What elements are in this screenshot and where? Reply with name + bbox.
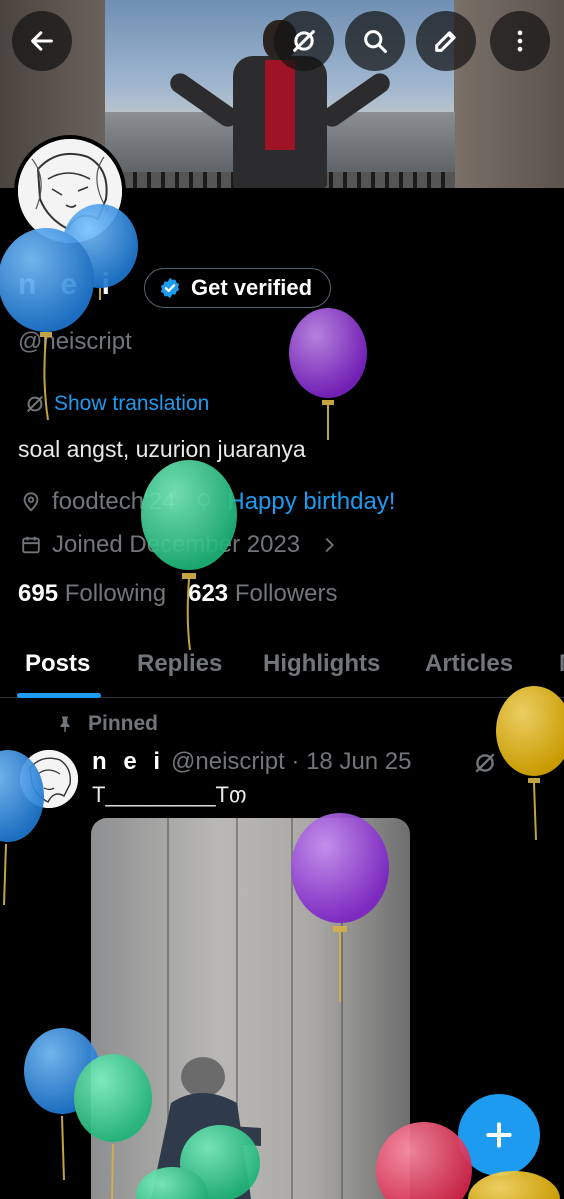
arrow-left-icon: [31, 31, 53, 51]
search-button[interactable]: [345, 11, 405, 71]
tab-replies[interactable]: Replies: [137, 650, 222, 678]
location-row: foodtech'24 Happy birthday!: [20, 488, 395, 516]
post-meta: @neiscript · 18 Jun 25: [171, 748, 412, 775]
edit-button[interactable]: [416, 11, 476, 71]
following-link[interactable]: 695 Following: [18, 580, 166, 608]
balloon-yellow: [468, 1171, 560, 1199]
tab-highlights[interactable]: Highlights: [263, 650, 380, 678]
show-translation-link[interactable]: Show translation: [24, 392, 209, 416]
post-author-name[interactable]: n e i: [92, 748, 165, 776]
search-icon: [364, 30, 388, 54]
profile-bio: soal angst, uzurion juaranya: [18, 436, 306, 462]
joined-row[interactable]: Joined December 2023: [20, 531, 350, 559]
balloon-icon: [197, 493, 211, 511]
grok-button[interactable]: [274, 11, 334, 71]
pinned-label-row: Pinned: [56, 712, 158, 736]
profile-location: foodtech'24: [52, 488, 176, 515]
followers-label: Followers: [234, 580, 338, 607]
pencil-icon: [435, 31, 456, 52]
post-avatar[interactable]: [20, 750, 78, 808]
profile-avatar[interactable]: [14, 135, 126, 247]
verified-badge-icon: [160, 277, 180, 299]
get-verified-button[interactable]: Get verified: [144, 268, 332, 308]
balloon-yellow: [496, 686, 564, 776]
tab-posts[interactable]: Posts: [25, 650, 90, 678]
plus-icon: [486, 1122, 512, 1148]
profile-tabs: Posts Replies Highlights Articles M: [0, 632, 564, 698]
grok-icon[interactable]: [472, 750, 498, 776]
birthday-text: Happy birthday!: [227, 488, 396, 515]
more-vertical-icon: [517, 30, 523, 52]
active-tab-indicator: [17, 693, 101, 698]
back-button[interactable]: [12, 11, 72, 71]
show-translation-label: Show translation: [54, 392, 210, 415]
compose-post-button[interactable]: [458, 1094, 540, 1176]
more-button[interactable]: [490, 11, 550, 71]
post-header: n e i @neiscript · 18 Jun 25: [92, 748, 412, 776]
pin-icon: [60, 716, 70, 733]
balloon-blue: [24, 1028, 100, 1114]
chevron-right-icon: [325, 537, 335, 553]
profile-handle: @neiscript: [18, 328, 132, 355]
followers-link[interactable]: 623 Followers: [188, 580, 337, 608]
following-label: Following: [64, 580, 167, 607]
avatar-illustration: [20, 750, 78, 808]
grok-icon: [293, 30, 315, 52]
location-pin-icon: [23, 492, 39, 512]
display-name-row: n e i: [18, 268, 118, 302]
follow-counts: 695 Following 623 Followers: [18, 580, 338, 608]
grok-icon: [26, 395, 44, 413]
following-count: 695: [18, 580, 59, 607]
balloon-purple: [289, 308, 367, 398]
tab-media[interactable]: M: [559, 650, 564, 678]
tab-articles[interactable]: Articles: [425, 650, 513, 678]
pinned-label: Pinned: [88, 712, 159, 735]
post-image[interactable]: [91, 818, 410, 1199]
get-verified-label: Get verified: [191, 275, 313, 300]
joined-date: Joined December 2023: [52, 531, 301, 558]
post-text: T_________Tთ: [92, 782, 247, 807]
display-name: n e i: [18, 268, 119, 301]
followers-count: 623: [188, 580, 229, 607]
post-image-person: [151, 1057, 261, 1199]
avatar-illustration: [18, 139, 122, 243]
calendar-icon: [22, 536, 40, 554]
